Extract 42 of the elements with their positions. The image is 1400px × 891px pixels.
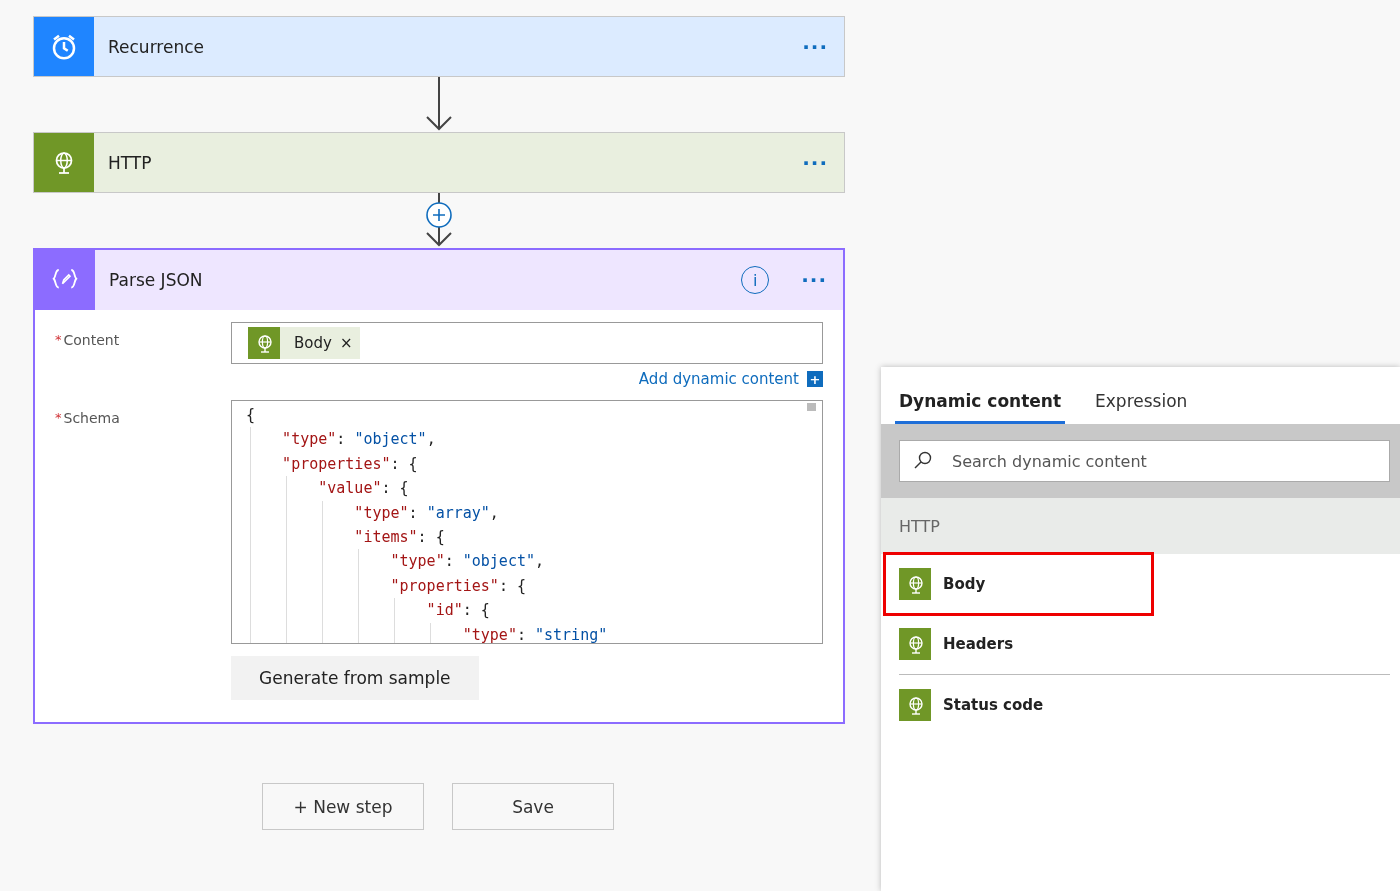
step-card[interactable]: Recurrence ··· — [33, 16, 845, 77]
panel-tab[interactable]: Expression — [1091, 391, 1192, 424]
step-card[interactable]: HTTP ··· — [33, 132, 845, 193]
scrollbar-thumb[interactable] — [807, 403, 816, 411]
more-menu[interactable]: ··· — [801, 268, 827, 292]
token-label: Body — [294, 334, 332, 352]
more-menu[interactable]: ··· — [802, 34, 828, 59]
dynamic-content-item[interactable]: Status code — [899, 675, 1390, 735]
search-field[interactable]: Search dynamic content — [899, 440, 1390, 482]
step-title: Recurrence — [108, 36, 205, 57]
field-label: Schema — [63, 410, 120, 426]
code-editor[interactable]: { "type": "object", "properties": { "value": { "type": "array", "items": { "type": "object", "properties": { "id": { "type": "string" — [231, 400, 823, 644]
body-token[interactable]: Body × — [248, 327, 361, 359]
remove-icon[interactable]: × — [339, 334, 353, 352]
code-line: "properties": { — [281, 454, 418, 473]
generate-button[interactable]: Generate from sample — [231, 656, 479, 700]
group-header: HTTP — [899, 516, 940, 536]
code-line: "id": { — [425, 601, 490, 620]
code-line: "items": { — [353, 527, 445, 546]
add-button[interactable]: + — [807, 371, 823, 387]
code-line: "type": "array", — [353, 503, 499, 522]
step-title: Parse JSON — [109, 270, 204, 290]
code-line: "type": "string" — [461, 625, 608, 643]
step-title: HTTP — [108, 152, 153, 173]
required-mark: * — [55, 410, 62, 425]
dynamic-content-item[interactable]: Body — [885, 554, 1152, 614]
new-step-button[interactable]: + New step — [262, 783, 424, 830]
code-line: "properties": { — [389, 576, 526, 595]
code-line: "value": { — [317, 479, 409, 498]
content-field[interactable]: Body × — [231, 322, 823, 364]
field-label: Content — [63, 332, 120, 348]
code-line: "type": "object", — [389, 552, 545, 571]
more-menu[interactable]: ··· — [802, 150, 828, 175]
code-line: "type": "object", — [281, 430, 436, 449]
add-step-icon[interactable] — [425, 201, 453, 229]
save-button[interactable]: Save — [452, 783, 614, 830]
dynamic-content-item[interactable]: Headers — [899, 614, 1390, 675]
arrow-icon — [425, 77, 453, 132]
required-mark: * — [55, 332, 62, 347]
code-line: { — [246, 406, 256, 424]
add-dynamic-content-link[interactable]: Add dynamic content — [638, 370, 799, 388]
search-icon — [913, 451, 933, 471]
